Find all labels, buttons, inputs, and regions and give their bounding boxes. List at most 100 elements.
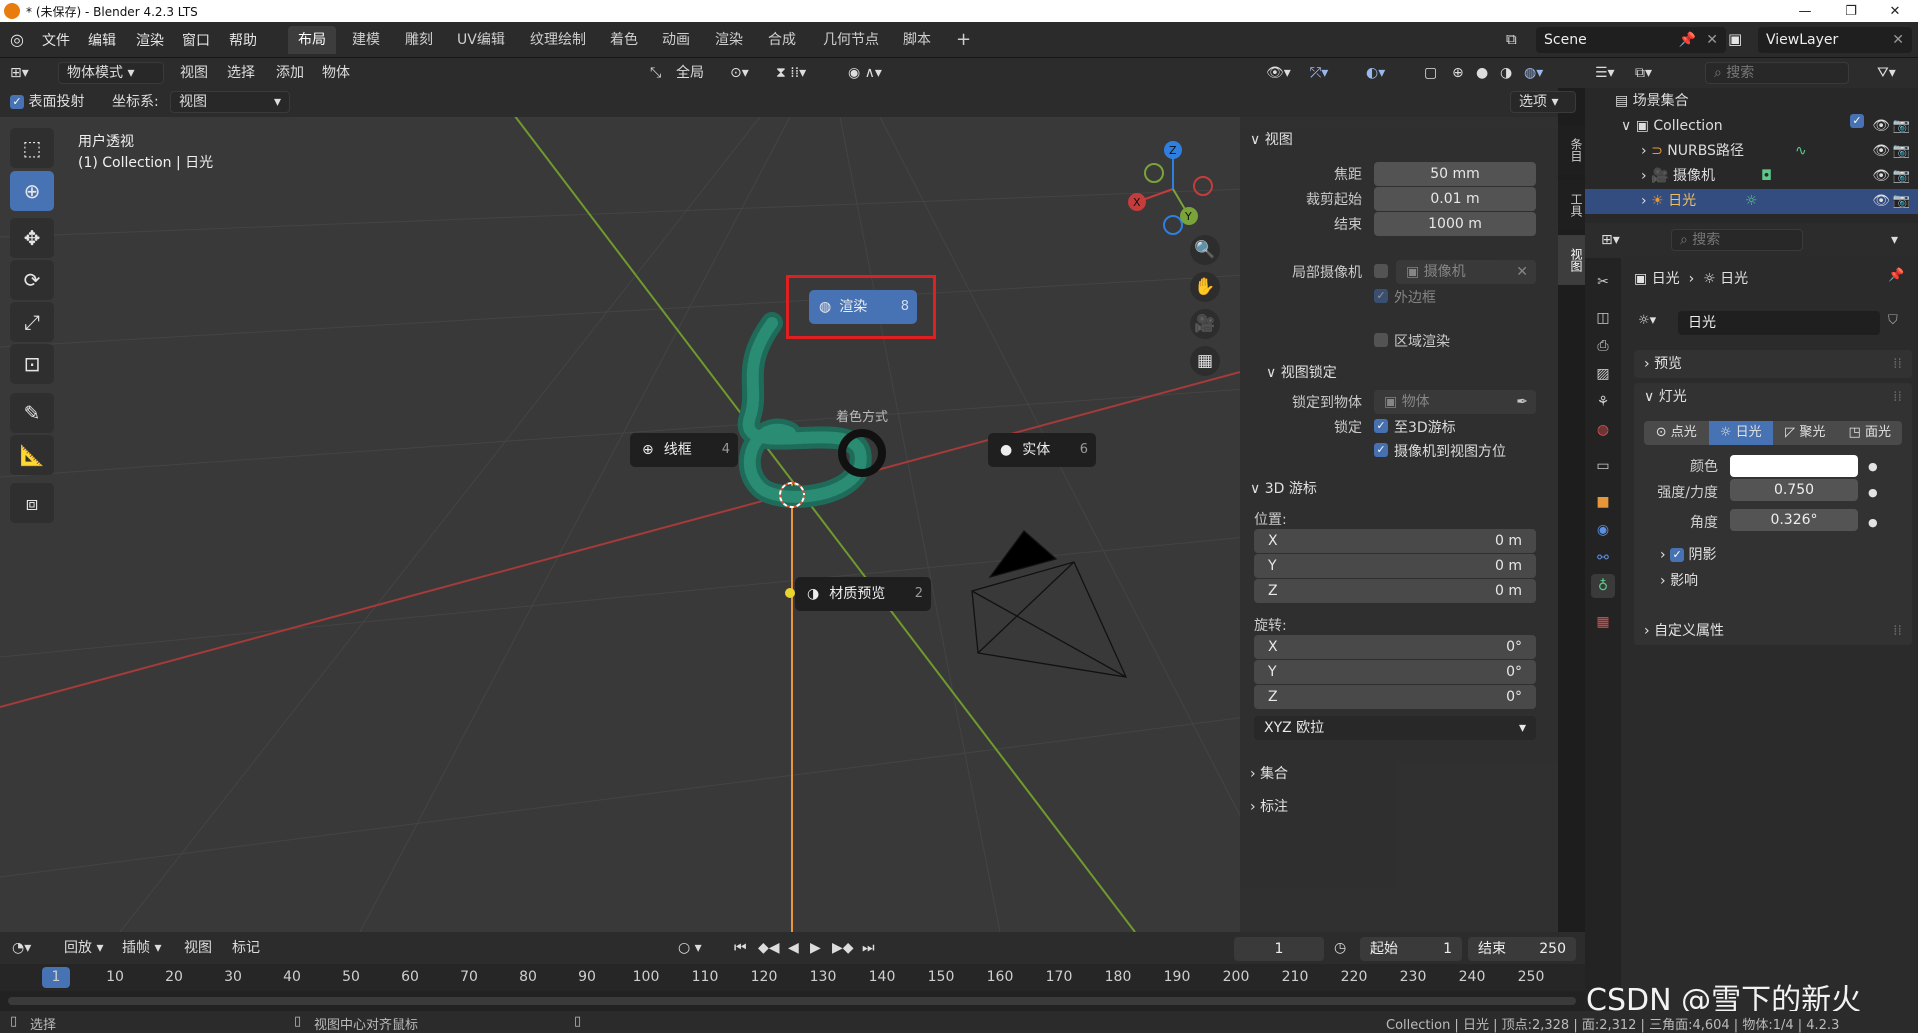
frame-end-field[interactable]: 结束 250: [1468, 937, 1576, 961]
eyedropper-icon[interactable]: ✒: [1516, 390, 1528, 414]
location-z-field[interactable]: Z 0 m: [1254, 579, 1536, 603]
playback-menu[interactable]: 回放 ▾: [64, 936, 103, 960]
collection-tab-icon[interactable]: ▭: [1591, 454, 1615, 478]
nurbs-visibility-icon[interactable]: 👁: [1872, 139, 1890, 164]
view-layer-tab-icon[interactable]: ▨: [1591, 362, 1615, 386]
restore-button[interactable]: ❐: [1828, 0, 1874, 22]
view-menu[interactable]: 视图: [180, 61, 208, 85]
custom-props-panel-header[interactable]: › 自定义属性 ⁞⁞: [1634, 617, 1912, 645]
collection-exclude-checkbox[interactable]: ✓: [1850, 114, 1864, 128]
current-frame-field[interactable]: 1: [1234, 937, 1324, 961]
angle-keyframe-dot[interactable]: ●: [1868, 509, 1878, 537]
scene-tab-icon[interactable]: ⚘: [1591, 390, 1615, 414]
color-keyframe-dot[interactable]: ●: [1868, 453, 1878, 481]
menu-file[interactable]: 文件: [42, 30, 70, 50]
tool-transform[interactable]: ⊡: [10, 344, 54, 384]
play-reverse-icon[interactable]: ◀: [788, 936, 799, 960]
clip-end-field[interactable]: 1000 m: [1374, 212, 1536, 236]
auto-keying-icon[interactable]: ○ ▾: [678, 936, 702, 960]
light-browse-icon[interactable]: ☼▾: [1638, 313, 1656, 328]
play-icon[interactable]: ▶: [810, 936, 821, 960]
scene-selector-icon[interactable]: ⧉: [1506, 30, 1517, 48]
sidebar-tab-item[interactable]: 条目: [1558, 125, 1585, 175]
pie-solid-option[interactable]: ● 实体 6: [988, 433, 1096, 467]
local-camera-field[interactable]: ▣ 摄像机 ✕: [1396, 260, 1536, 284]
gizmo-toggle-icon[interactable]: ⤱▾: [1310, 61, 1328, 85]
zoom-icon[interactable]: 🔍: [1190, 235, 1220, 265]
outliner-editor-icon[interactable]: ☰▾: [1595, 61, 1615, 85]
border-checkbox[interactable]: ✓: [1374, 289, 1388, 303]
view-panel-header[interactable]: ∨ 视图: [1250, 129, 1293, 149]
transform-orientation-icon[interactable]: ⤡: [650, 61, 661, 85]
sun-visibility-icon[interactable]: 👁: [1872, 189, 1890, 214]
outliner-collection[interactable]: ∨ ▣ Collection ✓ 👁 📷: [1585, 114, 1918, 139]
tab-texture-paint[interactable]: 纹理绘制: [520, 26, 596, 54]
coord-dropdown[interactable]: 视图 ▾: [170, 91, 290, 113]
nurbs-render-icon[interactable]: 📷: [1893, 139, 1910, 164]
jump-end-icon[interactable]: ⏭: [862, 936, 875, 960]
menu-edit[interactable]: 编辑: [88, 30, 116, 50]
shading-solid-icon[interactable]: ●: [1476, 61, 1488, 85]
outliner-scene-collection[interactable]: ▤ 场景集合: [1585, 89, 1918, 114]
location-y-field[interactable]: Y 0 m: [1254, 554, 1536, 578]
rotation-z-field[interactable]: Z 0°: [1254, 685, 1536, 709]
timeline-ruler[interactable]: 1 10 20 30 40 50 60 70 80 90 100 110 120 130 140 150 160…: [0, 964, 1585, 991]
close-button[interactable]: ✕: [1872, 0, 1918, 22]
angle-field[interactable]: 0.326°: [1730, 509, 1858, 531]
tool-select-box[interactable]: ⬚: [10, 128, 54, 168]
outliner-item-camera[interactable]: › 🎥 摄像机 ◘ 👁 📷: [1585, 164, 1918, 189]
strength-keyframe-dot[interactable]: ●: [1868, 479, 1878, 507]
timeline-view-menu[interactable]: 视图: [184, 936, 212, 960]
color-swatch[interactable]: [1730, 455, 1858, 477]
tab-geometry-nodes[interactable]: 几何节点: [813, 26, 889, 54]
shading-render-icon[interactable]: ◍▾: [1524, 61, 1543, 85]
render-tab-icon[interactable]: ◫: [1591, 306, 1615, 330]
rotation-mode-dropdown[interactable]: XYZ 欧拉 ▾: [1254, 716, 1536, 740]
annotation-panel-header[interactable]: › 标注: [1250, 796, 1288, 816]
outliner-search[interactable]: ⌕ 搜索: [1705, 62, 1849, 84]
light-datablock-name[interactable]: 日光: [1678, 311, 1880, 335]
snap-icon[interactable]: ⧗ ⁞⁞▾: [776, 61, 806, 85]
jump-start-icon[interactable]: ⏮: [734, 936, 747, 960]
tab-shading[interactable]: 着色: [600, 26, 648, 54]
tab-uv-editing[interactable]: UV编辑: [447, 26, 515, 54]
tool-cursor[interactable]: ⊕: [10, 171, 54, 211]
physics-tab-icon[interactable]: ◉: [1591, 518, 1615, 542]
blender-menu-icon[interactable]: ◎: [10, 30, 24, 49]
timeline-scrollbar[interactable]: [0, 991, 1585, 1011]
frame-start-field[interactable]: 起始 1: [1360, 937, 1462, 961]
tab-scripting[interactable]: 脚本: [893, 26, 941, 54]
keying-menu[interactable]: 插帧 ▾: [122, 936, 161, 960]
lock-camera-checkbox[interactable]: ✓: [1374, 443, 1388, 457]
tool-move[interactable]: ✥: [10, 218, 54, 258]
pin-properties-icon[interactable]: 📌: [1888, 268, 1904, 283]
remove-scene-icon[interactable]: ✕: [1706, 27, 1718, 53]
location-x-field[interactable]: X 0 m: [1254, 529, 1536, 553]
texture-tab-icon[interactable]: ▦: [1591, 610, 1615, 634]
timeline-editor-icon[interactable]: ◔▾: [12, 936, 31, 960]
camera-view-icon[interactable]: 🎥: [1190, 309, 1220, 339]
camera-render-icon[interactable]: 📷: [1893, 164, 1910, 189]
sun-render-icon[interactable]: 📷: [1893, 189, 1910, 214]
collection-render-icon[interactable]: 📷: [1893, 114, 1910, 139]
clip-start-field[interactable]: 0.01 m: [1374, 187, 1536, 211]
remove-viewlayer-icon[interactable]: ✕: [1892, 27, 1904, 53]
prev-keyframe-icon[interactable]: ◆◀: [758, 936, 780, 960]
outliner-item-sun[interactable]: › ☀ 日光 ☼ 👁 📷: [1585, 189, 1918, 214]
mode-dropdown[interactable]: 物体模式 ▾: [58, 62, 164, 84]
tab-layout[interactable]: 布局: [288, 26, 336, 54]
collection-visibility-icon[interactable]: 👁: [1872, 114, 1890, 139]
camera-visibility-icon[interactable]: 👁: [1872, 164, 1890, 189]
tab-animation[interactable]: 动画: [652, 26, 700, 54]
tool-rotate[interactable]: ⟳: [10, 260, 54, 300]
add-workspace-button[interactable]: +: [946, 26, 981, 54]
light-type-point[interactable]: ⊙ 点光: [1644, 421, 1709, 445]
light-data-tab-icon[interactable]: ♁: [1591, 574, 1615, 598]
tab-modeling[interactable]: 建模: [342, 26, 390, 54]
next-keyframe-icon[interactable]: ▶◆: [832, 936, 854, 960]
tool-measure[interactable]: 📐: [10, 435, 54, 475]
pie-wireframe-option[interactable]: ⊕ 线框 4: [630, 433, 738, 467]
xray-icon[interactable]: ▢: [1424, 61, 1437, 85]
lock-cursor-checkbox[interactable]: ✓: [1374, 419, 1388, 433]
outliner-item-nurbs[interactable]: › ⊃ NURBS路径 ∿ 👁 📷: [1585, 139, 1918, 164]
